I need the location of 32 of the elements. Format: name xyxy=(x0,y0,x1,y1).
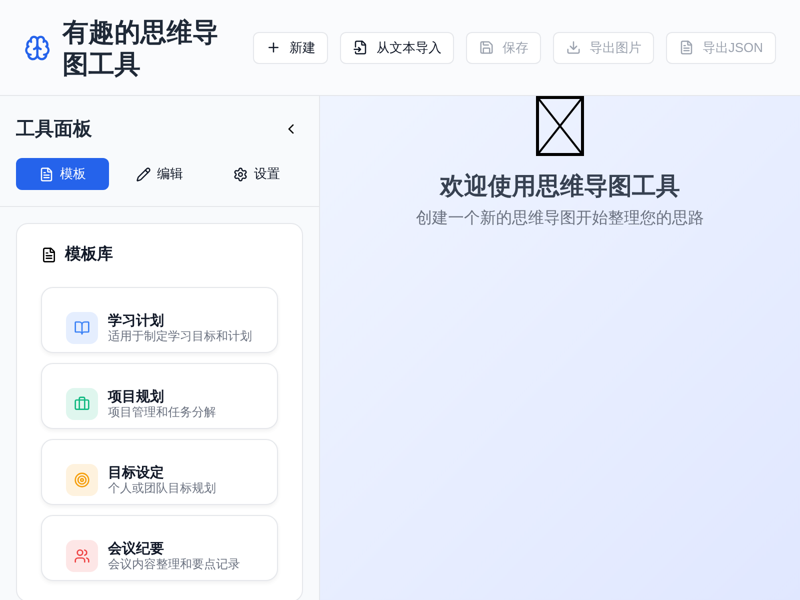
panel-title: 工具面板 xyxy=(16,118,92,142)
brain-icon xyxy=(24,32,51,62)
template-description: 适用于制定学习目标和计划 xyxy=(108,329,252,344)
template-item[interactable]: 目标设定 个人或团队目标规划 xyxy=(41,439,278,505)
broken-image-icon xyxy=(536,96,584,156)
plus-icon xyxy=(266,40,282,55)
template-item[interactable]: 学习计划 适用于制定学习目标和计划 xyxy=(41,287,278,353)
template-description: 会议内容整理和要点记录 xyxy=(108,557,240,572)
template-item[interactable]: 项目规划 项目管理和任务分解 xyxy=(41,363,278,429)
document-icon xyxy=(679,40,694,55)
template-name: 目标设定 xyxy=(108,463,165,481)
app-title: 有趣的思维导图工具 xyxy=(62,16,220,80)
library-title: 模板库 xyxy=(65,244,113,265)
document-icon xyxy=(39,166,54,182)
toolbar-button[interactable]: 新建 xyxy=(253,32,328,64)
welcome-subtitle: 创建一个新的思维导图开始整理您的思路 xyxy=(416,208,704,229)
settings-icon xyxy=(233,166,248,182)
template-name: 学习计划 xyxy=(108,311,165,329)
panel-tab[interactable]: 编辑 xyxy=(113,158,206,190)
download-icon xyxy=(566,40,582,55)
template-name: 会议纪要 xyxy=(108,539,165,557)
template-name: 项目规划 xyxy=(108,387,165,405)
template-description: 项目管理和任务分解 xyxy=(108,405,216,420)
pencil-icon xyxy=(136,166,151,182)
template-description: 个人或团队目标规划 xyxy=(108,481,216,496)
document-icon xyxy=(41,246,57,262)
panel-tab[interactable]: 设置 xyxy=(210,158,303,190)
welcome-title: 欢迎使用思维导图工具 xyxy=(440,172,680,202)
template-item[interactable]: 会议纪要 会议内容整理和要点记录 xyxy=(41,515,278,581)
panel-tab[interactable]: 模板 xyxy=(16,158,109,190)
toolbar-button[interactable]: 从文本导入 xyxy=(340,32,454,64)
import-icon xyxy=(353,40,368,55)
